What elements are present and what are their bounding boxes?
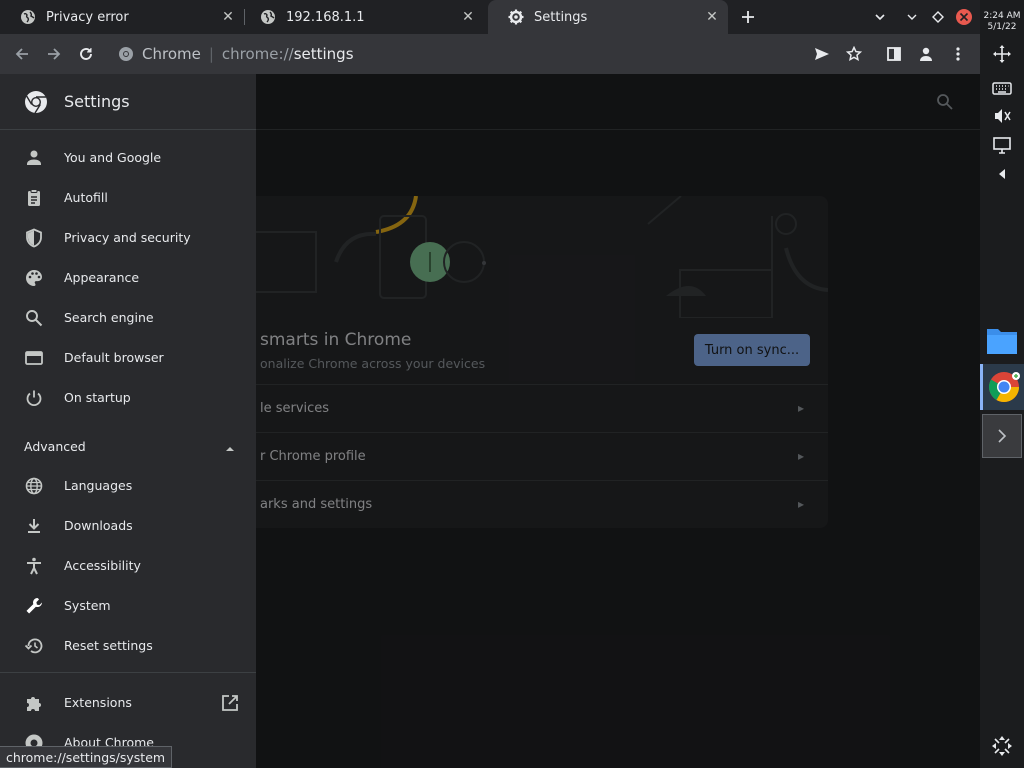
search-icon [24, 308, 44, 328]
sidebar-item-label: You and Google [64, 150, 162, 165]
sidebar-item-label: Reset settings [64, 638, 153, 653]
sidebar-item-label: Downloads [64, 518, 133, 533]
chrome-icon [118, 46, 134, 66]
clipboard-icon [24, 188, 44, 208]
bookmark-star-button[interactable] [840, 40, 868, 68]
sidebar-item-label: Languages [64, 478, 133, 493]
system-shelf: 2:24 AM 5/1/22 [980, 0, 1024, 768]
power-icon [24, 388, 44, 408]
gear-icon [508, 9, 524, 25]
open-in-new-icon [220, 693, 240, 717]
volume-muted-icon[interactable] [992, 106, 1012, 126]
globe-icon [24, 476, 44, 496]
url-scheme: chrome:// [221, 45, 294, 63]
drawer-divider [0, 672, 256, 673]
wrench-icon [24, 596, 44, 616]
sidebar-item-languages[interactable]: Languages [0, 466, 256, 506]
sidebar-item-reset-settings[interactable]: Reset settings [0, 626, 256, 666]
chrome-logo-icon [24, 90, 48, 118]
omnibox-chip-label: Chrome [142, 45, 201, 63]
advanced-section-toggle[interactable]: Advanced [0, 426, 256, 466]
sidebar-item-search-engine[interactable]: Search engine [0, 298, 256, 338]
close-tab-icon[interactable]: ✕ [702, 7, 722, 27]
settings-drawer: Settings You and Google Autofill Privacy… [0, 74, 256, 768]
sidebar-item-label: Accessibility [64, 558, 141, 573]
history-icon [24, 636, 44, 656]
download-icon [24, 516, 44, 536]
accessibility-icon [24, 556, 44, 576]
minimize-window-button[interactable] [900, 5, 924, 29]
puzzle-icon [24, 693, 44, 713]
caret-up-icon [224, 440, 236, 459]
sidebar-item-accessibility[interactable]: Accessibility [0, 546, 256, 586]
tab-search-button[interactable] [868, 5, 892, 29]
drawer-header: Settings [0, 74, 256, 130]
sidebar-item-autofill[interactable]: Autofill [0, 178, 256, 218]
url-path: settings [293, 45, 354, 63]
drawer-title: Settings [64, 92, 130, 111]
globe-icon [260, 9, 276, 25]
sidebar-item-label: On startup [64, 390, 131, 405]
sidebar-item-label: System [64, 598, 111, 613]
sidebar-item-system[interactable]: System [0, 586, 256, 626]
sidebar-item-label: Appearance [64, 270, 140, 285]
sidebar-item-label: Privacy and security [64, 230, 191, 245]
advanced-label: Advanced [24, 439, 86, 454]
address-bar[interactable]: Chrome | chrome://settings [108, 38, 798, 70]
tab-title: 192.168.1.1 [286, 9, 365, 25]
display-icon[interactable] [992, 135, 1012, 155]
tab-router[interactable]: 192.168.1.1 ✕ [240, 0, 484, 34]
tab-title: Privacy error [46, 9, 129, 25]
overview-arrows-icon[interactable] [990, 734, 1014, 758]
tab-settings[interactable]: Settings ✕ [488, 0, 728, 34]
sidebar-item-appearance[interactable]: Appearance [0, 258, 256, 298]
sidebar-item-label: Search engine [64, 310, 154, 325]
share-button[interactable] [808, 40, 836, 68]
back-button[interactable] [8, 40, 36, 68]
tab-privacy-error[interactable]: Privacy error ✕ [0, 0, 244, 34]
sidebar-item-downloads[interactable]: Downloads [0, 506, 256, 546]
sidebar-item-default-browser[interactable]: Default browser [0, 338, 256, 378]
sidebar-item-label: Autofill [64, 190, 108, 205]
omnibox-divider: | [208, 45, 214, 63]
close-window-button[interactable] [952, 5, 976, 29]
keyboard-icon[interactable] [992, 78, 1012, 98]
sidebar-item-on-startup[interactable]: On startup [0, 378, 256, 418]
close-tab-icon[interactable]: ✕ [218, 7, 238, 27]
sidebar-item-you-and-google[interactable]: You and Google [0, 138, 256, 178]
browser-window-icon [24, 348, 44, 368]
new-tab-button[interactable] [736, 5, 760, 29]
expand-panel-button[interactable] [982, 414, 1022, 458]
close-tab-icon[interactable]: ✕ [458, 7, 478, 27]
chrome-app-icon[interactable] [980, 364, 1024, 410]
sidebar-item-privacy-security[interactable]: Privacy and security [0, 218, 256, 258]
menu-kebab-icon[interactable] [944, 40, 972, 68]
reload-button[interactable] [72, 40, 100, 68]
shield-icon [24, 228, 44, 248]
person-icon [24, 148, 44, 168]
toolbar: Chrome | chrome://settings [0, 34, 980, 74]
palette-icon [24, 268, 44, 288]
clock-time[interactable]: 2:24 AM [980, 11, 1024, 21]
status-bar-url: chrome://settings/system [0, 746, 173, 768]
move-arrows-icon[interactable] [992, 44, 1012, 64]
sidebar-item-label: Default browser [64, 350, 164, 365]
profile-button[interactable] [912, 40, 940, 68]
globe-icon [20, 9, 36, 25]
side-panel-button[interactable] [880, 40, 908, 68]
collapse-arrow-icon[interactable] [992, 164, 1012, 184]
sidebar-item-label: Extensions [64, 695, 132, 710]
clock-date[interactable]: 5/1/22 [980, 22, 1024, 32]
files-app-icon[interactable] [984, 322, 1020, 358]
tab-strip: Privacy error ✕ 192.168.1.1 ✕ Settings ✕ [0, 0, 980, 34]
tab-title: Settings [534, 9, 588, 25]
forward-button[interactable] [40, 40, 68, 68]
maximize-window-button[interactable] [926, 5, 950, 29]
sidebar-item-extensions[interactable]: Extensions [0, 683, 256, 723]
